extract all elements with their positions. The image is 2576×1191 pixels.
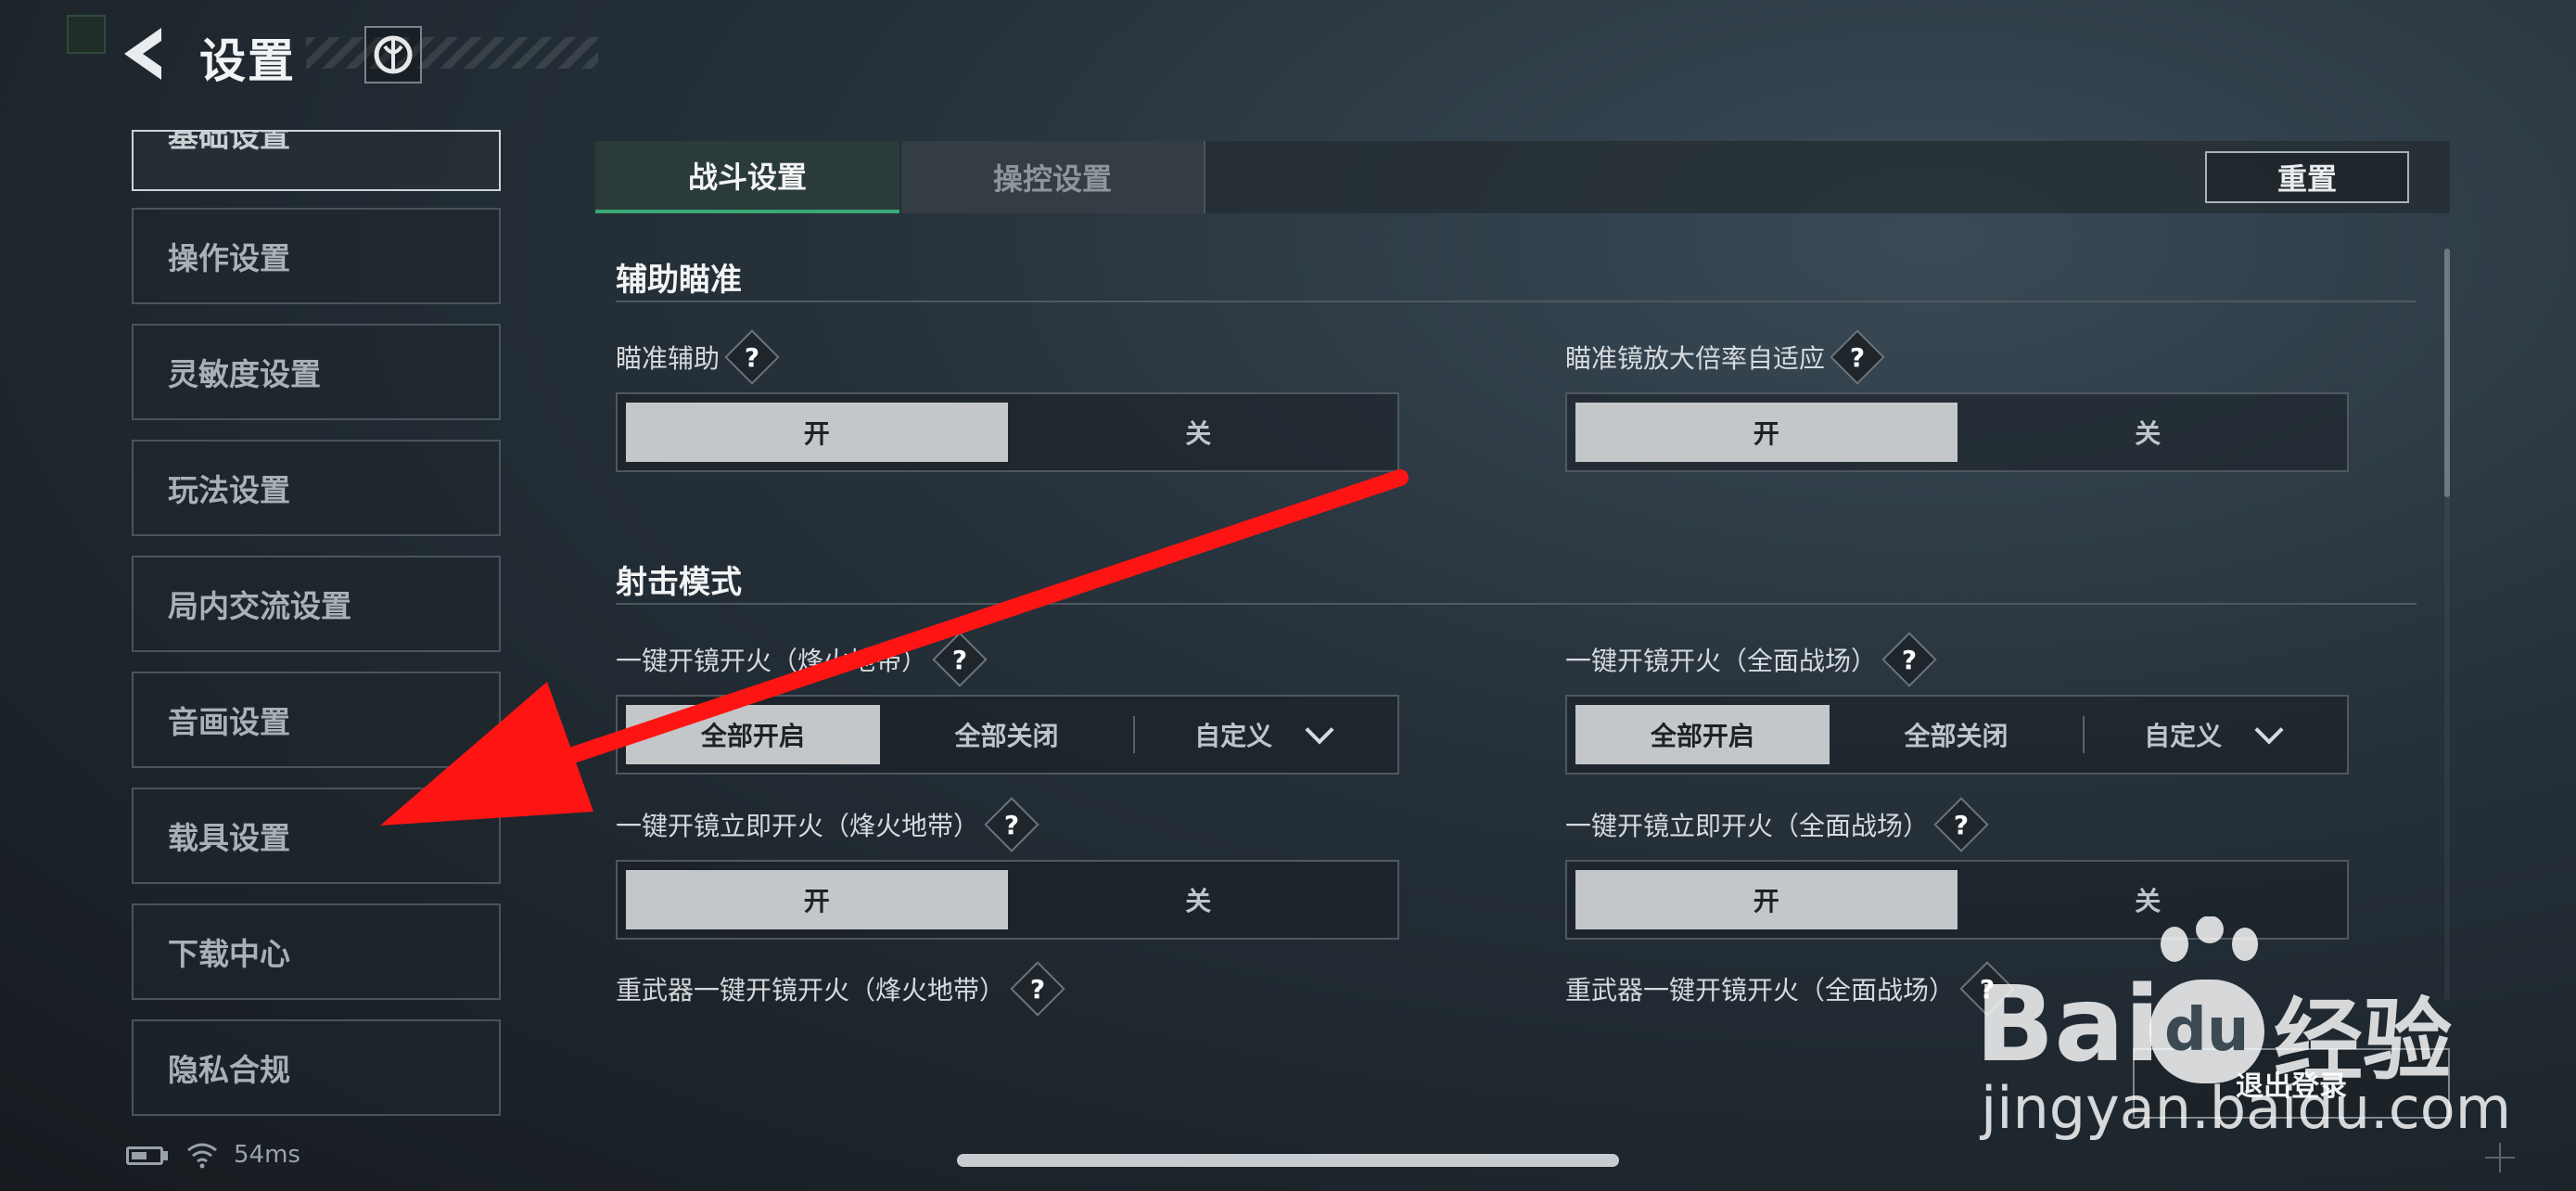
annotation-arrow-shaft — [548, 469, 1409, 769]
annotation-arrow-head — [380, 682, 593, 826]
watermark-brand-du: du — [2164, 996, 2250, 1065]
watermark-url: jingyan.baidu.com — [1981, 1074, 2512, 1142]
watermark-brand-left: Bai — [1975, 965, 2161, 1085]
